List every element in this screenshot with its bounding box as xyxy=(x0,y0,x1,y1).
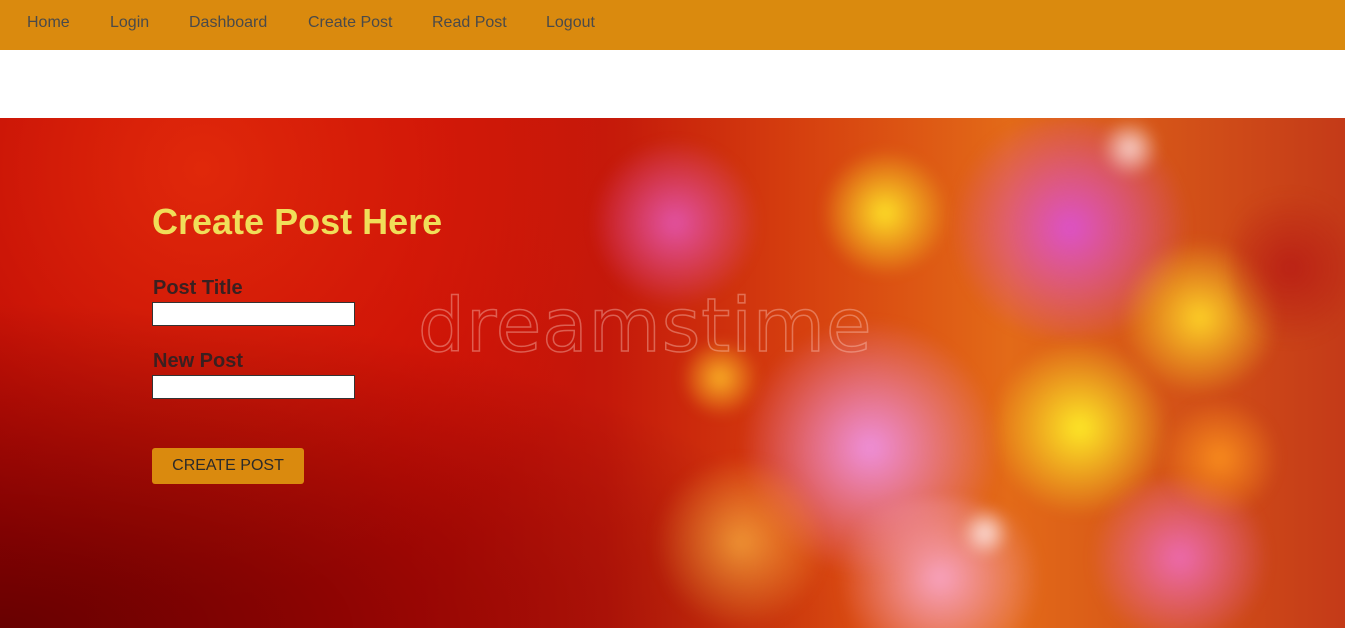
new-post-input[interactable] xyxy=(152,375,355,399)
top-navbar: Home Login Dashboard Create Post Read Po… xyxy=(0,0,1345,50)
hero-background: dreamstime Create Post Here Post Title N… xyxy=(0,118,1345,628)
nav-home-link[interactable]: Home xyxy=(27,14,70,32)
page-title: Create Post Here xyxy=(152,201,443,242)
nav-login-link[interactable]: Login xyxy=(110,14,149,32)
hero-shade xyxy=(0,118,1345,628)
watermark-text: dreamstime xyxy=(417,282,873,370)
nav-logout-link[interactable]: Logout xyxy=(546,14,595,32)
nav-read-post-link[interactable]: Read Post xyxy=(432,14,507,32)
post-title-label: Post Title xyxy=(153,277,243,299)
post-title-input[interactable] xyxy=(152,302,355,326)
nav-dashboard-link[interactable]: Dashboard xyxy=(189,14,267,32)
nav-create-post-link[interactable]: Create Post xyxy=(308,14,392,32)
create-post-button[interactable]: CREATE POST xyxy=(152,448,304,484)
new-post-label: New Post xyxy=(153,350,244,372)
